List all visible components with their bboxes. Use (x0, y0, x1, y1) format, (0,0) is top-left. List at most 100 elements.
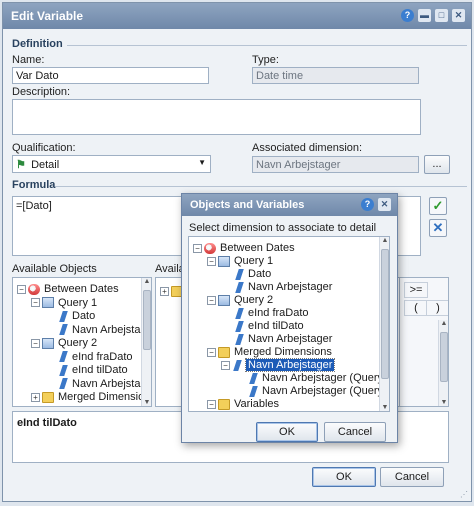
tree-item[interactable]: Navn Arbejstager (45, 377, 152, 391)
tree-item[interactable]: eInd tilDato (221, 319, 304, 333)
dimension-icon (59, 351, 68, 363)
collapse-icon[interactable]: − (31, 298, 40, 308)
dialog-instruction: Select dimension to associate to detail (189, 222, 377, 234)
tree-item-label: Navn Arbejstager (72, 377, 152, 390)
dialog-close-icon[interactable]: ✕ (378, 198, 391, 211)
collapse-icon[interactable]: − (207, 256, 216, 266)
formula-section-label: Formula (12, 179, 56, 191)
query-icon (42, 297, 54, 309)
tree-item-label: Between Dates (220, 242, 295, 254)
tree-item[interactable]: − Navn Arbejstager (221, 358, 336, 372)
dimension-icon (235, 333, 244, 345)
tree-item[interactable]: Dato (45, 309, 95, 323)
window-title: Edit Variable (11, 9, 84, 23)
clear-formula-icon[interactable]: ✕ (429, 219, 447, 237)
dialog-tree-scrollbar[interactable]: ▲ ▼ (379, 237, 389, 411)
tree-item[interactable]: − Query 1 (31, 296, 97, 310)
tree-item[interactable]: eInd tilDato (45, 363, 128, 377)
description-textarea[interactable] (12, 99, 421, 135)
tree-item-label: Navn Arbejstager (Query 1 (262, 372, 390, 384)
maximize-icon[interactable]: □ (435, 9, 448, 22)
tree-item[interactable]: Navn Arbejstager (Query 2 (235, 384, 389, 398)
dimension-icon (59, 324, 68, 336)
folder-icon (42, 391, 54, 403)
operator-gte[interactable]: >= (404, 282, 428, 298)
universe-icon (204, 242, 216, 254)
close-icon[interactable]: ✕ (452, 9, 465, 22)
tree-item-label: Query 1 (58, 296, 98, 309)
tree-item[interactable]: Navn Arbejstager (45, 323, 151, 337)
query-icon (218, 255, 230, 267)
tree-item-label: eInd tilDato (248, 320, 304, 332)
tree-item-label: Merged Dimensions (234, 346, 332, 358)
dimension-icon (59, 364, 68, 376)
tree-item[interactable]: − Merged Dimensions (207, 345, 332, 359)
dimension-icon (249, 385, 258, 397)
collapse-icon[interactable]: − (207, 399, 216, 409)
tree-item-label: eInd tilDato (72, 364, 128, 376)
dialog-cancel-button[interactable]: Cancel (324, 422, 386, 442)
tree-item-label: eInd fraDato (248, 307, 309, 319)
help-icon[interactable]: ? (401, 9, 414, 22)
collapse-icon[interactable]: − (193, 243, 202, 253)
dialog-help-icon[interactable]: ? (361, 198, 374, 211)
dimension-icon (235, 268, 244, 280)
tree-item[interactable]: − Query 2 (207, 293, 273, 307)
tree-item[interactable]: − Between Dates (17, 282, 119, 296)
operator-open-paren[interactable]: ( (404, 300, 428, 316)
tree-item-label: Dato (72, 310, 96, 322)
tree-item[interactable]: eInd fraDato (221, 306, 309, 320)
tree-item[interactable]: Navn Arbejstager (221, 280, 332, 294)
collapse-icon[interactable]: − (207, 347, 216, 357)
detail-icon: ⚑ (16, 159, 26, 171)
browse-dimension-button[interactable]: ... (424, 155, 450, 174)
query-icon (218, 294, 230, 306)
qualification-select[interactable]: ⚑ Detail ▼ (12, 155, 211, 173)
dimension-icon (235, 307, 244, 319)
tree-item-label: Navn Arbejstager (244, 358, 336, 372)
operators-scroll-thumb[interactable] (440, 332, 448, 382)
tree-item[interactable]: − Query 2 (31, 336, 97, 350)
collapse-icon[interactable]: − (17, 284, 26, 294)
tree-item-label: Query 2 (234, 294, 274, 306)
cancel-button[interactable]: Cancel (380, 467, 444, 487)
tree-item[interactable]: + Merged Dimensions (31, 390, 152, 404)
universe-icon (28, 283, 40, 295)
validate-formula-icon[interactable]: ✓ (429, 197, 447, 215)
objects-scrollbar[interactable]: ▲ ▼ (141, 278, 151, 406)
resize-grip-icon[interactable]: ⋰ (460, 490, 468, 499)
collapse-icon[interactable]: − (31, 338, 40, 348)
tree-item[interactable]: Dato (221, 267, 271, 281)
expand-icon[interactable]: + (31, 392, 40, 402)
minimize-icon[interactable]: ▬ (418, 9, 431, 22)
tree-item[interactable]: Var Dato In Range (221, 410, 338, 411)
operators-scrollbar[interactable]: ▲ ▼ (438, 320, 448, 406)
definition-divider (67, 45, 467, 46)
name-input[interactable]: Var Dato (12, 67, 209, 84)
tree-item[interactable]: − Between Dates (193, 241, 295, 255)
tree-item[interactable]: Navn Arbejstager (Query 1 (235, 371, 390, 385)
dialog-scroll-thumb[interactable] (381, 249, 389, 379)
tree-item-label: Navn Arbejstager (248, 281, 333, 293)
ok-button[interactable]: OK (312, 467, 376, 487)
operator-close-paren[interactable]: ) (426, 300, 448, 316)
tree-item[interactable]: − Query 1 (207, 254, 273, 268)
operators-panel: >= ( ) ▲ ▼ (399, 277, 449, 407)
tree-item[interactable]: − Variables (207, 397, 279, 411)
collapse-icon[interactable]: − (207, 295, 216, 305)
tree-item-label: Query 1 (234, 255, 274, 267)
dimension-icon (59, 378, 68, 390)
tree-item-label: Merged Dimensions (58, 391, 152, 403)
associated-dimension-field: Navn Arbejstager (252, 156, 419, 173)
dimension-icon (235, 320, 244, 332)
formula-divider (55, 186, 467, 187)
qualification-value: Detail (31, 159, 60, 171)
collapse-icon[interactable]: − (221, 360, 230, 370)
tree-item-label: Dato (248, 268, 272, 280)
tree-item[interactable]: Navn Arbejstager (221, 332, 332, 346)
tree-item[interactable]: eInd fraDato (45, 350, 133, 364)
type-label: Type: (252, 54, 279, 66)
objects-scroll-thumb[interactable] (143, 290, 151, 350)
dimension-icon (59, 310, 68, 322)
dialog-ok-button[interactable]: OK (256, 422, 318, 442)
